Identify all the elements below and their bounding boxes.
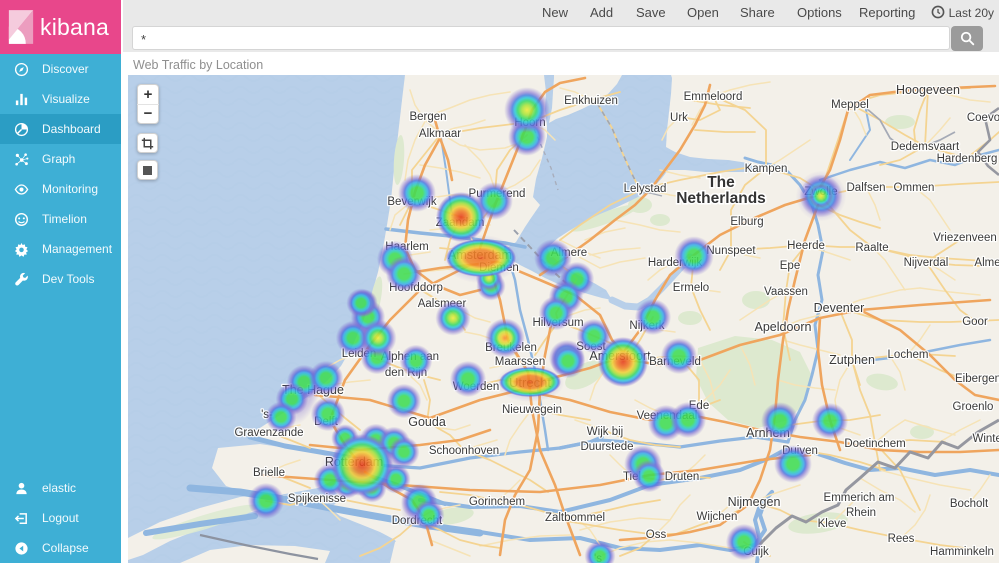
svg-text:Doetinchem: Doetinchem [844, 438, 905, 450]
svg-text:Eibergen: Eibergen [955, 373, 999, 385]
svg-text:Urk: Urk [670, 112, 688, 124]
svg-text:Hamminkeln: Hamminkeln [930, 546, 994, 558]
svg-text:Raalte: Raalte [855, 242, 888, 254]
svg-text:Nunspeet: Nunspeet [706, 245, 756, 257]
svg-text:Bergen: Bergen [409, 111, 446, 123]
svg-text:Vaassen: Vaassen [764, 286, 808, 298]
svg-text:Gravenzande: Gravenzande [234, 427, 303, 439]
svg-text:Elburg: Elburg [730, 216, 763, 228]
svg-text:Enkhuizen: Enkhuizen [564, 95, 618, 107]
svg-text:Ermelo: Ermelo [673, 282, 709, 294]
svg-text:Nieuwegein: Nieuwegein [502, 404, 562, 416]
svg-text:Heerde: Heerde [787, 240, 825, 252]
svg-text:Rhein: Rhein [846, 507, 876, 519]
svg-text:Nijverdal: Nijverdal [904, 257, 949, 269]
svg-text:Bocholt: Bocholt [950, 498, 989, 510]
svg-text:Ommen: Ommen [894, 182, 935, 194]
svg-text:Groenlo: Groenlo [953, 401, 994, 413]
svg-text:Apeldoorn: Apeldoorn [755, 320, 812, 334]
svg-text:The: The [707, 174, 735, 191]
svg-text:Deventer: Deventer [814, 301, 865, 315]
svg-text:Vriezenveen: Vriezenveen [933, 232, 997, 244]
svg-text:Netherlands: Netherlands [676, 190, 766, 207]
svg-text:Lochem: Lochem [888, 349, 929, 361]
svg-text:Wijchen: Wijchen [697, 511, 738, 523]
svg-text:Almelo: Almelo [974, 257, 999, 269]
svg-text:Duurstede: Duurstede [580, 441, 633, 453]
svg-text:Alkmaar: Alkmaar [419, 128, 461, 140]
svg-text:Kampen: Kampen [745, 163, 788, 175]
svg-text:Emmerich am: Emmerich am [824, 492, 895, 504]
svg-text:Goor: Goor [962, 316, 988, 328]
svg-text:Nijmegen: Nijmegen [728, 495, 781, 509]
svg-text:Emmeloord: Emmeloord [684, 91, 743, 103]
svg-text:Gorinchem: Gorinchem [469, 496, 525, 508]
svg-text:Oss: Oss [646, 529, 667, 541]
svg-text:Winters: Winters [973, 433, 999, 445]
svg-text:Zutphen: Zutphen [829, 353, 875, 367]
svg-text:Epe: Epe [780, 260, 800, 272]
svg-text:Meppel: Meppel [831, 99, 869, 111]
svg-text:Coevorden: Coevorden [967, 112, 999, 124]
svg-text:Hoogeveen: Hoogeveen [896, 83, 960, 97]
svg-text:Gouda: Gouda [408, 415, 446, 429]
svg-text:Druten: Druten [665, 471, 700, 483]
svg-text:Dedemsvaart: Dedemsvaart [891, 141, 960, 153]
svg-text:Kleve: Kleve [818, 518, 847, 530]
svg-text:Dalfsen: Dalfsen [847, 182, 886, 194]
svg-text:Schoonhoven: Schoonhoven [429, 445, 499, 457]
svg-text:Lelystad: Lelystad [624, 183, 667, 195]
svg-text:Brielle: Brielle [253, 467, 285, 479]
svg-text:Wijk bij: Wijk bij [587, 426, 623, 438]
svg-text:Hardenberg: Hardenberg [937, 153, 998, 165]
svg-text:Rees: Rees [888, 533, 915, 545]
svg-text:Zaltbommel: Zaltbommel [545, 512, 605, 524]
